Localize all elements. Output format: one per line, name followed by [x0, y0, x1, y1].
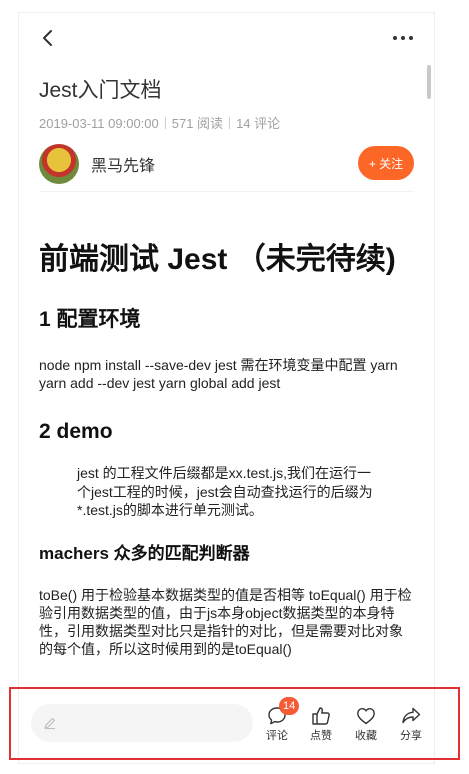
body-heading: 前端测试 Jest （未完待续)	[39, 243, 396, 276]
avatar[interactable]	[39, 144, 79, 184]
meta-divider	[164, 117, 166, 129]
article-body: 前端测试 Jest （未完待续) 1 配置环境 node npm install…	[39, 240, 414, 658]
author-row: 黑马先锋 + 关注	[39, 142, 414, 192]
read-count: 571 阅读	[171, 116, 224, 131]
nav-bar	[19, 13, 434, 63]
collect-action[interactable]: 收藏	[346, 705, 386, 743]
collect-label: 收藏	[355, 730, 377, 742]
article-meta: 2019-03-11 09:00:00 571 阅读 14 评论	[39, 116, 414, 132]
meta-divider	[229, 117, 231, 129]
back-arrow-icon[interactable]	[39, 28, 57, 48]
share-arrow-icon	[402, 707, 421, 724]
publish-date: 2019-03-11 09:00:00	[39, 116, 159, 131]
follow-button[interactable]: + 关注	[358, 146, 414, 180]
blockquote: jest 的工程文件后缀都是xx.test.js,我们在运行一个jest工程的时…	[77, 465, 373, 518]
article-title: Jest入门文档	[39, 79, 162, 102]
comment-label: 评论	[266, 730, 288, 742]
heart-icon	[357, 708, 375, 725]
section-title: 1 配置环境	[39, 308, 141, 331]
author-name[interactable]: 黑马先锋	[91, 152, 155, 176]
comment-action[interactable]: 14 评论	[257, 697, 300, 743]
article-content: Jest入门文档 2019-03-11 09:00:00 571 阅读 14 评论 …	[19, 65, 434, 685]
share-action[interactable]: 分享	[391, 705, 431, 743]
pen-icon	[44, 717, 56, 730]
like-label: 点赞	[310, 730, 332, 742]
mobile-article-page: Jest入门文档 2019-03-11 09:00:00 571 阅读 14 评论 …	[18, 12, 435, 764]
section-title: machers 众多的匹配判断器	[39, 543, 250, 563]
more-icon[interactable]	[392, 28, 414, 48]
comment-input[interactable]	[31, 704, 253, 742]
like-action[interactable]: 点赞	[301, 705, 341, 743]
bottom-action-bar: 14 评论 点赞 收藏 分享	[19, 685, 434, 763]
comment-badge: 14	[279, 697, 300, 715]
comment-count: 14 评论	[236, 116, 281, 131]
thumbs-up-icon	[312, 707, 330, 725]
section-paragraph: toBe() 用于检验基本数据类型的值是否相等 toEqual() 用于检验引用…	[39, 586, 412, 657]
section-paragraph: node npm install --save-dev jest 需在环境变量中…	[39, 357, 398, 391]
share-label: 分享	[400, 730, 422, 742]
section-title: 2 demo	[39, 420, 113, 443]
